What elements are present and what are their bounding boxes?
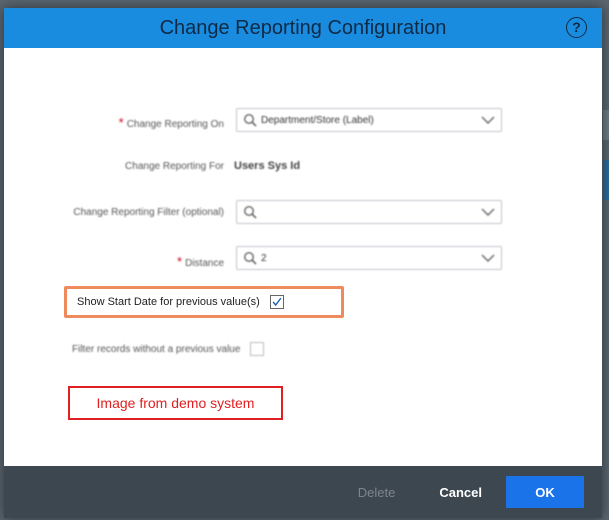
required-marker: * <box>177 254 183 269</box>
checkmark-icon <box>272 297 282 307</box>
background-strip <box>603 160 609 200</box>
chevron-down-icon <box>481 116 495 124</box>
show-start-date-label: Show Start Date for previous value(s) <box>77 296 260 308</box>
dialog-footer: Delete Cancel OK <box>4 466 602 518</box>
chevron-down-icon <box>481 254 495 262</box>
distance-label-wrap: * Distance <box>4 254 224 269</box>
filter-select[interactable] <box>236 200 502 224</box>
change-for-value: Users Sys Id <box>234 160 301 172</box>
dialog-title: Change Reporting Configuration <box>159 16 447 39</box>
filter-records-checkbox[interactable] <box>250 342 265 356</box>
filter-records-row: Filter records without a previous value <box>72 342 265 356</box>
change-on-label: Change Reporting On <box>126 119 224 130</box>
filter-label: Change Reporting Filter (optional) <box>73 207 224 218</box>
search-icon <box>243 205 257 219</box>
change-reporting-dialog: Change Reporting Configuration ? * Change… <box>4 8 602 518</box>
demo-note: Image from demo system <box>68 386 283 420</box>
distance-value: 2 <box>261 252 267 264</box>
cancel-button[interactable]: Cancel <box>439 485 482 500</box>
filter-records-label: Filter records without a previous value <box>72 343 241 355</box>
chevron-down-icon <box>481 208 495 216</box>
help-icon[interactable]: ? <box>566 17 587 38</box>
distance-label: Distance <box>185 258 224 269</box>
required-marker: * <box>118 115 124 130</box>
dialog-titlebar: Change Reporting Configuration ? <box>4 8 602 48</box>
show-start-date-highlight: Show Start Date for previous value(s) <box>64 286 344 318</box>
background-strip <box>603 110 609 140</box>
delete-button[interactable]: Delete <box>358 485 396 500</box>
change-on-select[interactable]: Department/Store (Label) <box>236 108 502 132</box>
change-on-label-wrap: * Change Reporting On <box>4 115 224 130</box>
ok-button[interactable]: OK <box>506 476 584 508</box>
change-on-value: Department/Store (Label) <box>261 114 374 126</box>
change-for-label: Change Reporting For <box>125 161 224 172</box>
search-icon <box>243 113 257 127</box>
show-start-date-checkbox[interactable] <box>269 295 284 309</box>
search-icon <box>243 251 257 265</box>
distance-select[interactable]: 2 <box>236 246 502 270</box>
